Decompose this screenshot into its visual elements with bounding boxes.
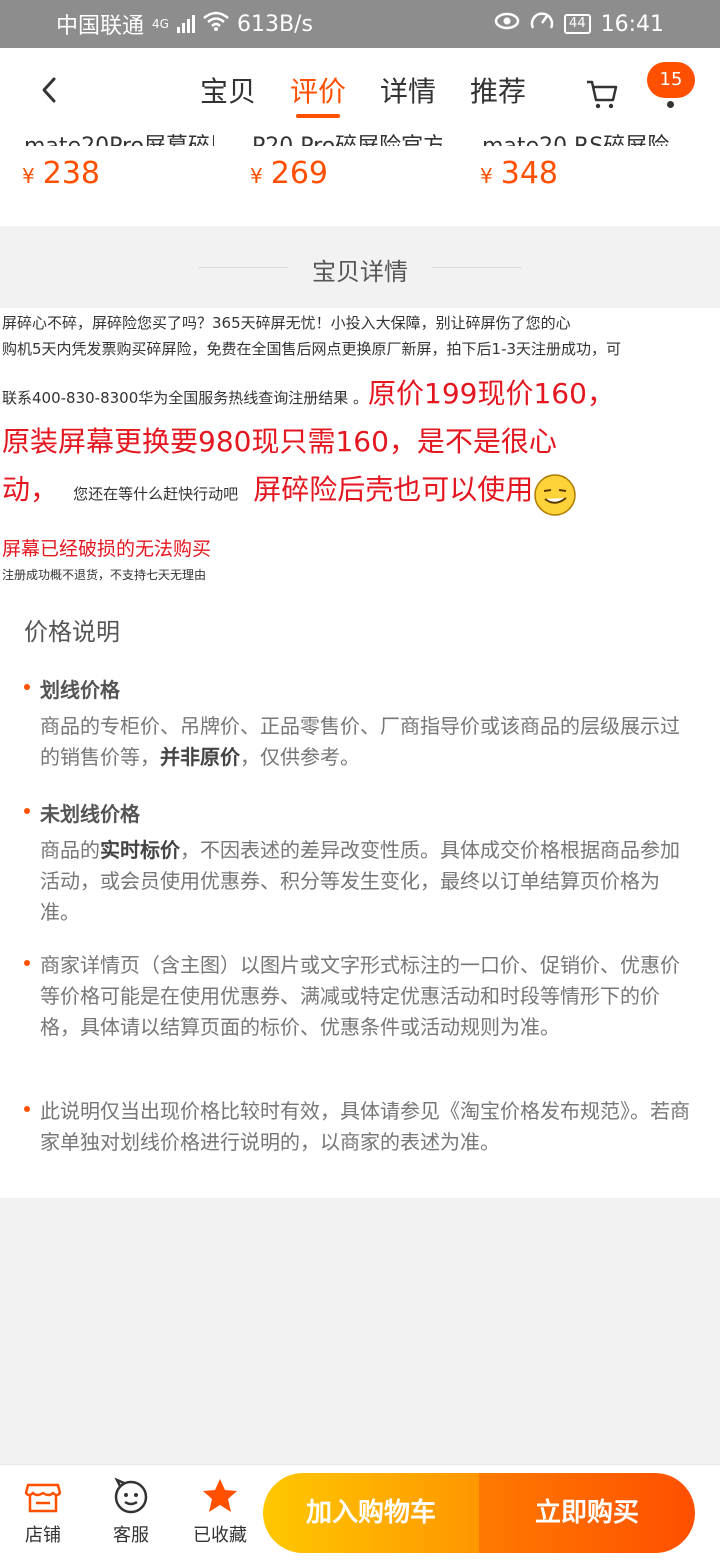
detail-line: 动， 您还在等什么赶快行动吧 屏碎险后壳也可以使用	[2, 468, 577, 517]
clock-label: 16:41	[600, 11, 664, 37]
detail-content: 屏碎心不碎，屏碎险您买了吗？365天碎屏无忧！小投入大保障，别让碎屏伤了您的心 …	[0, 308, 720, 598]
divider	[432, 267, 522, 268]
more-dot-icon[interactable]	[667, 101, 674, 108]
top-nav: 宝贝 评价 详情 推荐 15	[0, 48, 720, 138]
recommended-strip: mate20Pro屏幕碎屏险 ¥238 P20 Pro碎屏险官方 ¥269 ma…	[0, 134, 720, 226]
section-title: 宝贝详情	[312, 258, 408, 286]
shop-icon	[24, 1477, 62, 1515]
rec-item-price[interactable]: ¥348	[480, 156, 558, 191]
warning-text: 屏幕已经破损的无法购买	[2, 538, 212, 560]
section-header: 宝贝详情	[0, 226, 720, 308]
bullet-icon	[24, 1106, 30, 1112]
carrier-label: 中国联通	[56, 14, 145, 39]
price-info-item: 此说明仅当出现价格比较时有效，具体请参见《淘宝价格发布规范》。若商家单独对划线价…	[24, 1096, 694, 1158]
service-icon	[112, 1477, 150, 1515]
note-text: 注册成功概不退货，不支持七天无理由	[2, 568, 207, 582]
purchase-buttons: 加入购物车 立即购买	[263, 1473, 695, 1553]
eye-icon	[494, 11, 520, 37]
buy-now-button[interactable]: 立即购买	[479, 1473, 695, 1553]
back-arrow-icon[interactable]	[36, 76, 64, 104]
wifi-icon	[203, 11, 229, 37]
bottom-action-bar: 店铺 客服 已收藏 加入购物车 立即购买	[0, 1464, 720, 1560]
customer-service-button[interactable]: 客服	[91, 1477, 171, 1547]
bullet-icon	[24, 960, 30, 966]
star-icon	[201, 1477, 239, 1515]
rec-item-name[interactable]: mate20Pro屏幕碎屏险	[24, 128, 214, 146]
detail-line: 购机5天内凭发票购买碎屏险，免费在全国售后网点更换原厂新屏，拍下后1-3天注册成…	[2, 340, 622, 358]
tab-recommend[interactable]: 推荐	[470, 72, 526, 118]
signal-icon	[176, 15, 195, 33]
speedometer-icon	[530, 10, 554, 38]
price-info-item: 商家详情页（含主图）以图片或文字形式标注的一口价、促销价、优惠价等价格可能是在使…	[24, 950, 694, 1043]
bullet-icon	[24, 808, 30, 814]
favorite-button[interactable]: 已收藏	[180, 1477, 260, 1547]
price-explanation-title: 价格说明	[24, 618, 120, 646]
rec-item-name[interactable]: mate20 RS碎屏险	[482, 128, 672, 146]
rec-item-name[interactable]: P20 Pro碎屏险官方	[252, 128, 442, 146]
tab-review[interactable]: 评价	[290, 72, 346, 118]
status-bar: 中国联通 4G 613B/s 44 16:41	[0, 0, 720, 48]
speed-label: 613B/s	[236, 11, 313, 37]
detail-line: 原装屏幕更换要980现只需160，是不是很心	[2, 425, 557, 458]
detail-line: 屏碎心不碎，屏碎险您买了吗？365天碎屏无忧！小投入大保障，别让碎屏伤了您的心	[2, 314, 571, 332]
add-to-cart-button[interactable]: 加入购物车	[263, 1473, 479, 1553]
battery-icon: 44	[564, 14, 591, 34]
cart-icon[interactable]	[584, 76, 620, 112]
tab-item[interactable]: 宝贝	[200, 72, 256, 118]
rec-item-price[interactable]: ¥238	[22, 156, 100, 191]
price-info-item: 划线价格 商品的专柜价、吊牌价、正品零售价、厂商指导价或该商品的层级展示过的销售…	[24, 674, 694, 773]
smiley-emoji-icon	[533, 473, 577, 517]
shop-button[interactable]: 店铺	[3, 1477, 83, 1547]
network-label: 4G	[152, 17, 169, 31]
rec-item-price[interactable]: ¥269	[250, 156, 328, 191]
tab-details[interactable]: 详情	[380, 72, 436, 118]
price-info-item: 未划线价格 商品的实时标价，不因表述的差异改变性质。具体成交价格根据商品参加活动…	[24, 798, 694, 928]
detail-line: 联系400-830-8300华为全国服务热线查询注册结果 。原价199现价160…	[2, 377, 615, 410]
price-explanation: 价格说明 划线价格 商品的专柜价、吊牌价、正品零售价、厂商指导价或该商品的层级展…	[0, 598, 720, 1198]
message-badge[interactable]: 15	[647, 62, 695, 98]
tab-bar: 宝贝 评价 详情 推荐	[200, 72, 526, 118]
bullet-icon	[24, 684, 30, 690]
